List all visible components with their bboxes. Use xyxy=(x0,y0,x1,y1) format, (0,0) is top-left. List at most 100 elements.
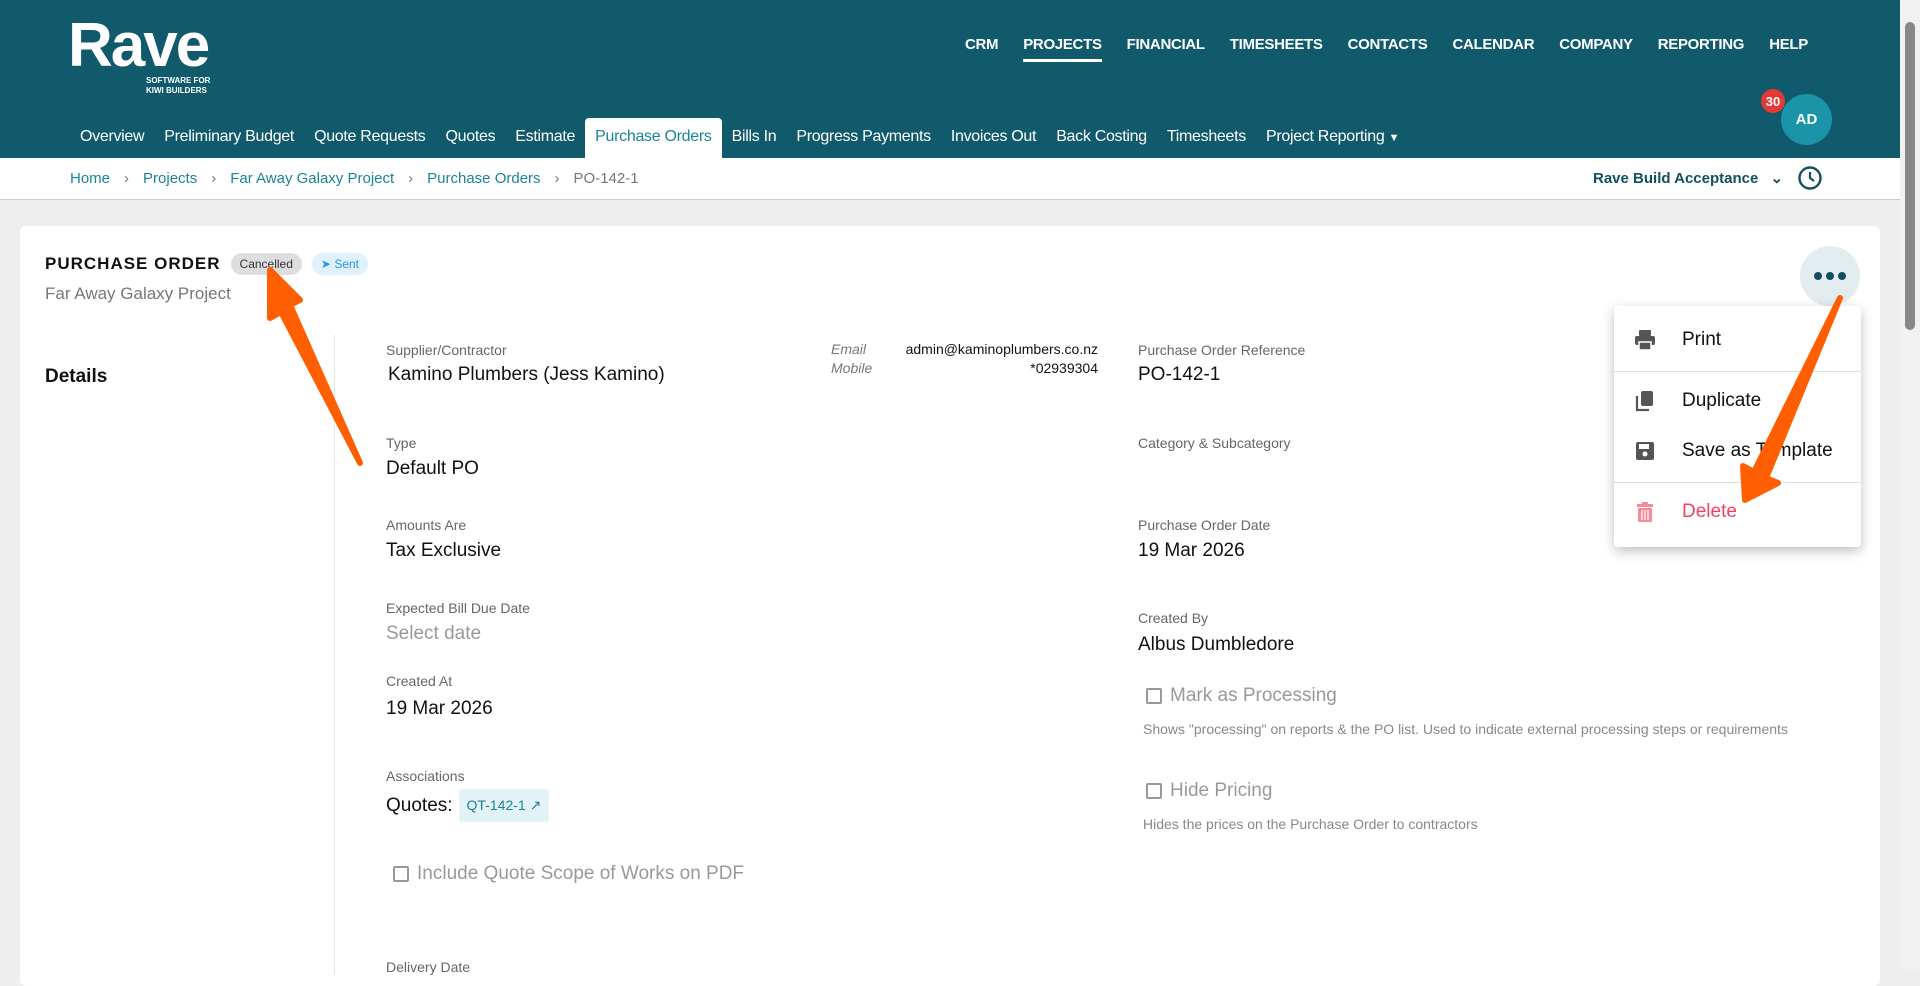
checkbox-icon xyxy=(393,866,409,882)
nav-financial[interactable]: FINANCIAL xyxy=(1127,36,1205,62)
logo-tagline: SOFTWARE FOR KIWI BUILDERS xyxy=(146,76,210,96)
supplier-label: Supplier/Contractor xyxy=(386,342,507,358)
top-nav: CRM PROJECTS FINANCIAL TIMESHEETS CONTAC… xyxy=(965,36,1808,62)
tab-invoices-out[interactable]: Invoices Out xyxy=(941,118,1046,158)
hide-pricing-checkbox[interactable]: Hide Pricing xyxy=(1146,780,1272,802)
mobile-value[interactable]: *02939304 xyxy=(860,359,1098,378)
logo-text: Rave xyxy=(68,11,210,80)
project-name: Far Away Galaxy Project xyxy=(45,284,231,303)
tab-label: Project Reporting xyxy=(1265,128,1385,145)
amounts-label: Amounts Are xyxy=(386,517,467,533)
quotes-label: Quotes: xyxy=(386,794,453,816)
duplicate-label: Duplicate xyxy=(1682,390,1762,411)
org-name: Rave Build Acceptance xyxy=(1593,170,1759,187)
tab-back-costing[interactable]: Back Costing xyxy=(1046,118,1157,158)
notification-badge[interactable]: 30 xyxy=(1761,89,1785,113)
crumb-projects[interactable]: Projects xyxy=(143,170,197,187)
save-template-label: Save as Template xyxy=(1682,440,1833,461)
mark-processing-checkbox[interactable]: Mark as Processing xyxy=(1146,685,1337,707)
tagline-1: SOFTWARE FOR xyxy=(146,76,211,85)
chevron-right-icon: › xyxy=(408,170,414,187)
menu-item-print[interactable]: Print xyxy=(1614,315,1861,365)
quote-link[interactable]: QT-142-1 ↗ xyxy=(458,789,550,822)
include-scope-checkbox[interactable]: Include Quote Scope of Works on PDF xyxy=(393,863,744,885)
nav-company[interactable]: COMPANY xyxy=(1559,36,1633,62)
copy-icon xyxy=(1635,391,1653,412)
email-value[interactable]: admin@kaminoplumbers.co.nz xyxy=(860,340,1098,359)
dot-icon xyxy=(1838,272,1846,280)
tab-overview[interactable]: Overview xyxy=(70,118,154,158)
tab-project-reporting[interactable]: Project Reporting ▼ xyxy=(1256,118,1409,158)
nav-projects[interactable]: PROJECTS xyxy=(1023,36,1102,62)
divider xyxy=(334,335,335,975)
status-badge-sent: ➤ Sent xyxy=(311,253,368,275)
type-label: Type xyxy=(386,435,417,451)
dot-icon xyxy=(1826,272,1834,280)
tab-estimate[interactable]: Estimate xyxy=(505,118,585,158)
breadcrumb: Home › Projects › Far Away Galaxy Project ›… xyxy=(70,170,639,187)
menu-divider xyxy=(1614,482,1861,483)
tab-progress-payments[interactable]: Progress Payments xyxy=(786,118,941,158)
processing-description: Shows "processing" on reports & the PO l… xyxy=(1143,721,1788,737)
delivery-date-label: Delivery Date xyxy=(386,959,471,975)
scrollbar-thumb[interactable] xyxy=(1905,22,1915,330)
contact-values: admin@kaminoplumbers.co.nz *02939304 xyxy=(860,340,1098,378)
rave-logo[interactable]: Rave SOFTWARE FOR KIWI BUILDERS xyxy=(68,10,210,95)
nav-reporting[interactable]: REPORTING xyxy=(1658,36,1745,62)
actions-menu: Print Duplicate Save as Template Delete xyxy=(1614,306,1861,547)
checkbox-icon xyxy=(1146,783,1162,799)
tab-quotes[interactable]: Quotes xyxy=(436,118,506,158)
amounts-value[interactable]: Tax Exclusive xyxy=(386,540,501,562)
history-clock-icon[interactable] xyxy=(1797,165,1823,191)
hide-pricing-description: Hides the prices on the Purchase Order t… xyxy=(1143,816,1478,832)
status-badge-cancelled: Cancelled xyxy=(230,253,302,275)
chevron-down-icon: ⌄ xyxy=(1770,170,1784,187)
tab-quote-requests[interactable]: Quote Requests xyxy=(304,118,435,158)
po-reference-label: Purchase Order Reference xyxy=(1138,342,1306,358)
printer-icon xyxy=(1635,330,1655,351)
save-icon xyxy=(1636,442,1654,460)
created-by-value: Albus Dumbledore xyxy=(1138,634,1295,655)
nav-timesheets[interactable]: TIMESHEETS xyxy=(1230,36,1323,62)
po-date-value[interactable]: 19 Mar 2026 xyxy=(1138,540,1245,562)
tab-timesheets[interactable]: Timesheets xyxy=(1157,118,1256,158)
nav-crm[interactable]: CRM xyxy=(965,36,999,62)
created-at-value: 19 Mar 2026 xyxy=(386,698,493,719)
po-header: PURCHASE ORDER Cancelled ➤ Sent xyxy=(45,253,368,275)
type-value[interactable]: Default PO xyxy=(386,458,479,480)
tab-purchase-orders[interactable]: Purchase Orders xyxy=(585,118,722,158)
chevron-right-icon: › xyxy=(124,170,130,187)
crumb-home[interactable]: Home xyxy=(70,170,110,187)
menu-item-duplicate[interactable]: Duplicate xyxy=(1614,376,1861,426)
tab-preliminary-budget[interactable]: Preliminary Budget xyxy=(154,118,304,158)
supplier-value[interactable]: Kamino Plumbers (Jess Kamino) xyxy=(388,364,665,386)
tagline-2: KIWI BUILDERS xyxy=(146,86,207,95)
external-link-icon: ↗ xyxy=(529,797,542,813)
include-scope-label: Include Quote Scope of Works on PDF xyxy=(417,863,745,884)
associations-label: Associations xyxy=(386,768,465,784)
crumb-purchase-orders[interactable]: Purchase Orders xyxy=(427,170,540,187)
category-label: Category & Subcategory xyxy=(1138,435,1291,451)
quote-id: QT-142-1 xyxy=(466,797,526,813)
trash-icon xyxy=(1637,502,1653,522)
crumb-project[interactable]: Far Away Galaxy Project xyxy=(230,170,394,187)
due-date-input[interactable]: Select date xyxy=(386,623,481,645)
po-reference-value[interactable]: PO-142-1 xyxy=(1138,364,1220,386)
chevron-right-icon: › xyxy=(211,170,217,187)
tab-bills-in[interactable]: Bills In xyxy=(722,118,787,158)
menu-item-delete[interactable]: Delete xyxy=(1614,487,1861,537)
menu-item-save-template[interactable]: Save as Template xyxy=(1614,426,1861,476)
nav-calendar[interactable]: CALENDAR xyxy=(1452,36,1534,62)
delete-label: Delete xyxy=(1682,501,1737,522)
more-actions-button[interactable] xyxy=(1800,246,1860,306)
associations: Quotes: QT-142-1 ↗ xyxy=(386,789,550,822)
user-avatar[interactable]: AD xyxy=(1781,94,1832,145)
nav-contacts[interactable]: CONTACTS xyxy=(1348,36,1428,62)
project-tabs: Overview Preliminary Budget Quote Reques… xyxy=(70,118,1409,158)
chevron-right-icon: › xyxy=(554,170,560,187)
section-details[interactable]: Details xyxy=(45,366,107,388)
caret-down-icon: ▼ xyxy=(1388,132,1400,144)
org-selector[interactable]: Rave Build Acceptance ⌄ xyxy=(1593,169,1783,187)
nav-help[interactable]: HELP xyxy=(1769,36,1808,62)
print-label: Print xyxy=(1682,329,1722,350)
